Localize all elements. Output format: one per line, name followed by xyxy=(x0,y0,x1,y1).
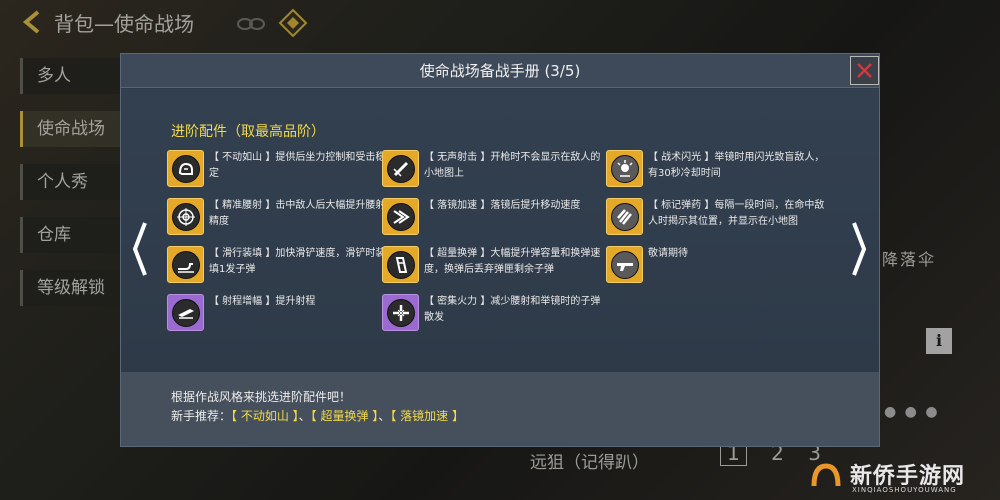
dialog-footer: 根据作战风格来挑选进阶配件吧！ 新手推荐：【 不动如山 】、【 超量换弹 】、【… xyxy=(121,372,879,446)
attachment-item[interactable]: 【 滑行装填 】加快滑铲速度，滑铲时装填1发子弹 xyxy=(167,245,387,285)
magazine-icon xyxy=(382,246,419,283)
attachment-item[interactable]: 【 落镜加速 】落镜后提升移动速度 xyxy=(382,197,602,237)
attachment-description: 【 无声射击 】开枪时不会显示在敌人的小地图上 xyxy=(424,152,601,179)
close-icon xyxy=(857,63,872,78)
attachment-description: 【 射程增幅 】提升射程 xyxy=(209,296,316,307)
recommended-attachment: 【 超量换弹 】 xyxy=(310,409,379,423)
attachment-item[interactable]: 【 射程增幅 】提升射程 xyxy=(167,293,387,333)
dialog-body: 进阶配件（取最高品阶） 【 不动如山 】提供后坐力控制和受击稳定 【 无声射击 … xyxy=(121,89,879,369)
separator: 、 xyxy=(298,409,311,423)
flash-icon xyxy=(606,150,643,187)
prev-page-button[interactable] xyxy=(130,219,150,279)
attachment-description: 【 超量换弹 】大幅提升弹容量和换弹速度，换弹后丢弃弹匣剩余子弹 xyxy=(424,248,601,275)
attachment-description: 【 密集火力 】减少腰射和举镜时的子弹散发 xyxy=(424,296,601,323)
chevron-left-icon xyxy=(132,222,147,276)
attachment-description: 【 不动如山 】提供后坐力控制和受击稳定 xyxy=(209,152,386,179)
attachment-description: 【 滑行装填 】加快滑铲速度，滑铲时装填1发子弹 xyxy=(209,248,386,275)
section-title: 进阶配件（取最高品阶） xyxy=(171,124,325,140)
recommendation-line: 新手推荐：【 不动如山 】、【 超量换弹 】、【 落镜加速 】 xyxy=(171,407,464,424)
hand-icon xyxy=(167,150,204,187)
watermark-subtitle: XINQIAOSHOUYOUWANG xyxy=(852,486,957,494)
rifle-icon xyxy=(606,246,643,283)
barrel-icon xyxy=(167,294,204,331)
attachment-item[interactable]: 【 精准腰射 】击中敌人后大幅提升腰射精度 xyxy=(167,197,387,237)
attachment-item[interactable]: 【 密集火力 】减少腰射和举镜时的子弹散发 xyxy=(382,293,602,333)
site-watermark: 新侨手游网 XINQIAOSHOUYOUWANG xyxy=(808,456,998,498)
crosshair-icon xyxy=(167,198,204,235)
recommended-attachment: 【 落镜加速 】 xyxy=(390,409,464,423)
close-button[interactable] xyxy=(850,56,879,85)
separator: 、 xyxy=(378,409,391,423)
recommended-attachment: 【 不动如山 】 xyxy=(231,409,299,423)
prep-handbook-dialog: 使命战场备战手册 (3/5) 进阶配件（取最高品阶） 【 不动如山 】提供后坐力… xyxy=(120,53,880,447)
speed-icon xyxy=(382,198,419,235)
recommendation-prefix: 新手推荐： xyxy=(171,409,232,423)
silencer-icon xyxy=(382,150,419,187)
slide-icon xyxy=(167,246,204,283)
tip-text: 根据作战风格来挑选进阶配件吧！ xyxy=(171,390,352,404)
attachment-item[interactable]: 【 战术闪光 】举镜时用闪光致盲敌人，有30秒冷却时间 xyxy=(606,149,826,189)
attachment-item[interactable]: 【 超量换弹 】大幅提升弹容量和换弹速度，换弹后丢弃弹匣剩余子弹 xyxy=(382,245,602,285)
attachment-description: 【 战术闪光 】举镜时用闪光致盲敌人，有30秒冷却时间 xyxy=(648,152,825,179)
dialog-header: 使命战场备战手册 (3/5) xyxy=(121,54,879,88)
bullets-icon xyxy=(606,198,643,235)
next-page-button[interactable] xyxy=(849,219,869,279)
watermark-logo-icon xyxy=(811,463,841,487)
attachment-item[interactable]: 【 标记弹药 】每隔一段时间，在命中敌人时揭示其位置，并显示在小地图 xyxy=(606,197,826,237)
attachment-item[interactable]: 敬请期待 xyxy=(606,245,826,285)
attachment-description: 敬请期待 xyxy=(648,248,688,259)
dialog-title: 使命战场备战手册 (3/5) xyxy=(419,62,581,80)
dense-fire-icon xyxy=(382,294,419,331)
attachment-description: 【 落镜加速 】落镜后提升移动速度 xyxy=(424,200,581,211)
attachment-item[interactable]: 【 不动如山 】提供后坐力控制和受击稳定 xyxy=(167,149,387,189)
attachment-description: 【 精准腰射 】击中敌人后大幅提升腰射精度 xyxy=(209,200,386,227)
chevron-right-icon xyxy=(852,222,867,276)
attachment-item[interactable]: 【 无声射击 】开枪时不会显示在敌人的小地图上 xyxy=(382,149,602,189)
attachment-description: 【 标记弹药 】每隔一段时间，在命中敌人时揭示其位置，并显示在小地图 xyxy=(648,200,825,227)
